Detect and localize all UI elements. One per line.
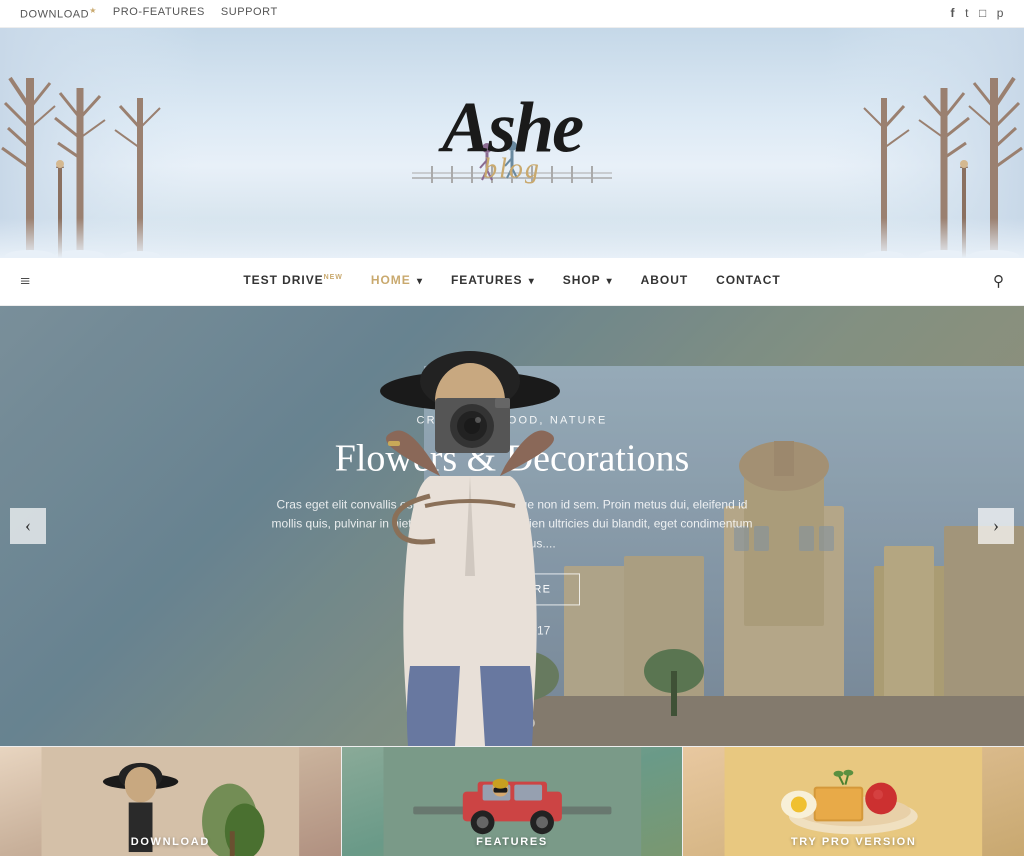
- hero-person: [330, 326, 610, 746]
- twitter-icon[interactable]: t: [965, 6, 969, 20]
- slider-next-arrow[interactable]: ›: [978, 508, 1014, 544]
- test-drive-link[interactable]: TEST DRIVENEW: [243, 273, 343, 287]
- instagram-icon[interactable]: □: [979, 6, 987, 20]
- nav-links: TEST DRIVENEW HOME ▾ FEATURES ▾ SHOP ▾ A…: [243, 273, 780, 289]
- card-pro[interactable]: TRY PRO VERSION: [683, 747, 1024, 856]
- nav-item-test-drive: TEST DRIVENEW: [243, 273, 343, 289]
- home-link[interactable]: HOME ▾: [371, 273, 423, 287]
- nav-item-contact: CONTACT: [716, 273, 781, 289]
- features-link[interactable]: FEATURES ▾: [451, 273, 535, 287]
- site-title: Ashe blog: [442, 91, 582, 185]
- pinterest-icon[interactable]: p: [997, 6, 1004, 20]
- hero-slider: ‹ › CREATIVE, FOOD, NATURE Flowers & Dec…: [0, 306, 1024, 746]
- nav-item-features: FEATURES ▾: [451, 273, 535, 289]
- social-icons: f t □ p: [951, 6, 1004, 20]
- pro-features-link[interactable]: PRO-FEATURES: [113, 6, 205, 21]
- shop-link[interactable]: SHOP ▾: [563, 273, 613, 287]
- contact-link[interactable]: CONTACT: [716, 273, 781, 287]
- nav-item-home: HOME ▾: [371, 273, 423, 289]
- cards-row: DOWNLOAD: [0, 746, 1024, 856]
- snow-ground: [0, 218, 1024, 258]
- card-features-label: FEATURES: [342, 836, 683, 848]
- card-features[interactable]: FEATURES: [342, 747, 684, 856]
- about-link[interactable]: ABOUT: [641, 273, 688, 287]
- slider-prev-arrow[interactable]: ‹: [10, 508, 46, 544]
- facebook-icon[interactable]: f: [951, 6, 956, 20]
- hamburger-menu[interactable]: ≡: [20, 271, 30, 292]
- search-icon[interactable]: ⚲: [993, 272, 1004, 291]
- nav-item-about: ABOUT: [641, 273, 688, 289]
- download-link[interactable]: DOWNLOAD★: [20, 6, 97, 21]
- top-bar: DOWNLOAD★ PRO-FEATURES SUPPORT f t □ p: [0, 0, 1024, 28]
- card-download[interactable]: DOWNLOAD: [0, 747, 342, 856]
- header-banner: Ashe blog: [0, 28, 1024, 258]
- top-bar-links: DOWNLOAD★ PRO-FEATURES SUPPORT: [20, 6, 278, 21]
- card-download-label: DOWNLOAD: [0, 836, 341, 848]
- support-link[interactable]: SUPPORT: [221, 6, 278, 21]
- nav-item-shop: SHOP ▾: [563, 273, 613, 289]
- navigation: ≡ TEST DRIVENEW HOME ▾ FEATURES ▾ SHOP ▾…: [0, 258, 1024, 306]
- card-pro-label: TRY PRO VERSION: [683, 836, 1024, 848]
